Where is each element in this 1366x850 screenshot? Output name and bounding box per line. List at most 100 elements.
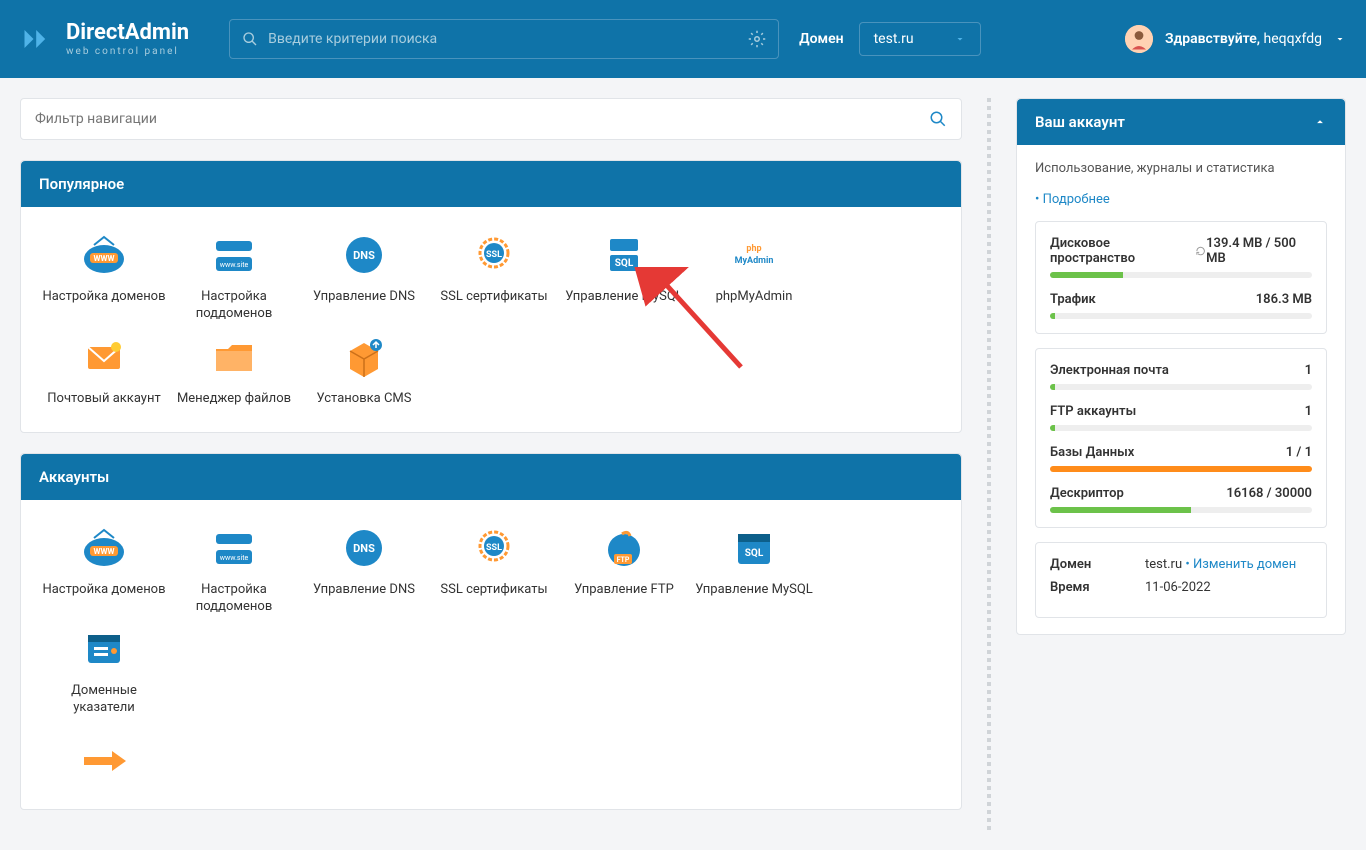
svg-text:FTP: FTP — [617, 556, 630, 564]
tile-label: SSL сертификаты — [440, 289, 547, 306]
account-sidebar: Ваш аккаунт Использование, журналы и ста… — [1016, 98, 1346, 635]
subdomain-icon: www.site — [210, 524, 258, 572]
svg-text:SQL: SQL — [615, 258, 634, 269]
tile-sql[interactable]: SQL Управление MySQL — [559, 231, 689, 323]
tile-label: Управление FTP — [574, 582, 674, 599]
email-value: 1 — [1305, 363, 1312, 378]
chevron-down-icon — [1334, 33, 1346, 45]
tile-subdomain[interactable]: www.site Настройка поддоменов — [169, 231, 299, 323]
svg-text:DNS: DNS — [353, 542, 375, 555]
refresh-icon[interactable] — [1195, 245, 1206, 257]
usage-box: Дисковое пространство 139.4 MB / 500 MB … — [1035, 221, 1327, 334]
tile-label: Доменные указатели — [39, 683, 169, 717]
tile-globe-www[interactable]: WWW Настройка доменов — [39, 231, 169, 323]
greeting: Здравствуйте, heqqxfdg — [1165, 31, 1322, 47]
info-time-key: Время — [1050, 580, 1125, 595]
dns-icon: DNS — [340, 231, 388, 279]
tile-label: Настройка поддоменов — [169, 582, 299, 616]
tile-label: Управление DNS — [313, 582, 415, 599]
search-input[interactable] — [268, 31, 748, 47]
ssl-icon: SSL — [470, 524, 518, 572]
tile[interactable] — [39, 737, 169, 785]
disk-value: 139.4 MB / 500 MB — [1206, 236, 1312, 266]
tile-ssl[interactable]: SSL SSL сертификаты — [429, 231, 559, 323]
filter-input[interactable] — [35, 111, 929, 127]
tile-label: phpMyAdmin — [716, 289, 793, 306]
dns-icon: DNS — [340, 524, 388, 572]
sql-window-icon: SQL — [730, 524, 778, 572]
filter-box[interactable] — [20, 98, 962, 140]
tile-sql-window[interactable]: SQL Управление MySQL — [689, 524, 819, 616]
svg-text:WWW: WWW — [94, 254, 115, 263]
chevron-down-icon — [954, 33, 966, 45]
tile-label: Почтовый аккаунт — [47, 391, 160, 408]
tile-label: Настройка доменов — [42, 289, 165, 306]
subdomain-icon: www.site — [210, 231, 258, 279]
tile-globe-www[interactable]: WWW Настройка доменов — [39, 524, 169, 616]
svg-text:www.site: www.site — [220, 261, 249, 269]
email-label: Электронная почта — [1050, 363, 1169, 378]
tile-label: Менеджер файлов — [177, 391, 291, 408]
globe-www-icon: WWW — [80, 524, 128, 572]
popular-panel: Популярное WWWНастройка доменовwww.siteН… — [20, 160, 962, 433]
traffic-value: 186.3 MB — [1256, 292, 1312, 307]
tile-ftp[interactable]: FTP Управление FTP — [559, 524, 689, 616]
db-value: 1 / 1 — [1286, 445, 1312, 460]
svg-text:SQL: SQL — [745, 548, 764, 559]
sidebar-title[interactable]: Ваш аккаунт — [1017, 99, 1345, 145]
ssl-icon: SSL — [470, 231, 518, 279]
search-icon — [929, 110, 947, 128]
accounts-panel: Аккаунты WWW Настройка доменов www.site Нас… — [20, 453, 962, 811]
svg-text:DNS: DNS — [353, 249, 375, 262]
change-domain-link[interactable]: • Изменить домен — [1185, 557, 1296, 572]
info-box: Домен test.ru • Изменить домен Время 11-… — [1035, 542, 1327, 618]
tile-label: Управление MySQL — [695, 582, 813, 599]
globe-www-icon: WWW — [80, 231, 128, 279]
logo-title: DirectAdmin — [66, 21, 189, 45]
search-icon — [242, 31, 258, 47]
gear-icon[interactable] — [748, 30, 766, 48]
tile-label: Настройка доменов — [42, 582, 165, 599]
search-box[interactable] — [229, 19, 779, 59]
info-domain-val: test.ru — [1145, 557, 1182, 572]
header: DirectAdmin web control panel Домен test… — [0, 0, 1366, 78]
tile-mail[interactable]: Почтовый аккаунт — [39, 333, 169, 408]
folder-icon — [210, 333, 258, 381]
tile-label: Управление DNS — [313, 289, 415, 306]
panel-title: Аккаунты — [21, 454, 961, 500]
info-time-val: 11-06-2022 — [1145, 580, 1211, 595]
tile-ssl[interactable]: SSLSSL сертификаты — [429, 524, 559, 616]
disk-label: Дисковое пространство — [1050, 236, 1206, 266]
tile-subdomain[interactable]: www.site Настройка поддоменов — [169, 524, 299, 616]
domain-label: Домен — [799, 31, 843, 47]
traffic-label: Трафик — [1050, 292, 1096, 307]
domain-value: test.ru — [874, 31, 914, 47]
tile-dns[interactable]: DNS Управление DNS — [299, 524, 429, 616]
user-area[interactable]: Здравствуйте, heqqxfdg — [1095, 25, 1346, 53]
tile-box[interactable]: Установка CMS — [299, 333, 429, 408]
sidebar-subtitle: Использование, журналы и статистика — [1035, 161, 1327, 176]
sql-icon: SQL — [600, 231, 648, 279]
more-link[interactable]: • Подробнее — [1035, 192, 1110, 207]
tile-label: Установка CMS — [317, 391, 412, 408]
tile-label: Настройка поддоменов — [169, 289, 299, 323]
logo[interactable]: DirectAdmin web control panel — [20, 21, 189, 57]
logo-subtitle: web control panel — [66, 46, 189, 57]
box-icon — [340, 333, 388, 381]
tile-domain-pointer[interactable]: Доменные указатели — [39, 625, 169, 717]
tile-phpmyadmin[interactable]: phpMyAdminphpMyAdmin — [689, 231, 819, 323]
ftp-value: 1 — [1305, 404, 1312, 419]
counts-box: Электронная почта 1 FTP аккаунты 1 Базы … — [1035, 348, 1327, 528]
tile-dns[interactable]: DNS Управление DNS — [299, 231, 429, 323]
tile-folder[interactable]: Менеджер файлов — [169, 333, 299, 408]
domain-area: Домен test.ru — [799, 22, 980, 56]
divider[interactable] — [987, 98, 991, 830]
domain-select[interactable]: test.ru — [859, 22, 981, 56]
svg-text:WWW: WWW — [94, 547, 115, 556]
ftp-label: FTP аккаунты — [1050, 404, 1136, 419]
svg-text:SSL: SSL — [486, 543, 502, 553]
chevron-up-icon — [1313, 115, 1327, 129]
info-domain-key: Домен — [1050, 557, 1125, 572]
tile-label: Управление MySQL — [565, 289, 683, 306]
logo-icon — [20, 21, 56, 57]
